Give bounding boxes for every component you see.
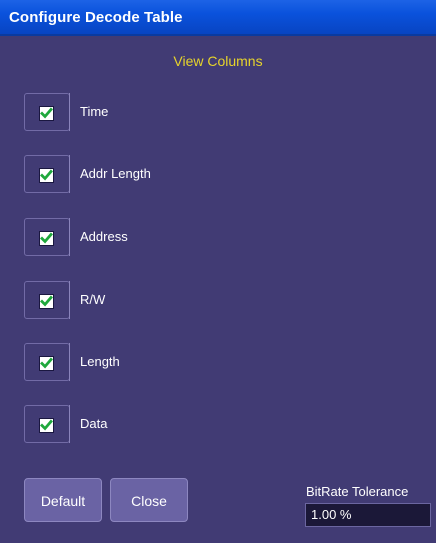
column-row-length: Length: [24, 343, 324, 383]
view-columns-heading: View Columns: [173, 53, 263, 69]
address-checkbox[interactable]: [24, 218, 70, 256]
time-label: Time: [80, 104, 109, 119]
length-label: Length: [80, 354, 120, 369]
column-row-addr-length: Addr Length: [24, 155, 324, 195]
column-row-rw: R/W: [24, 281, 324, 321]
time-checkbox[interactable]: [24, 93, 70, 131]
checkmark-icon: [39, 168, 54, 183]
default-button[interactable]: Default: [24, 478, 102, 522]
rw-checkbox[interactable]: [24, 281, 70, 319]
column-row-address: Address: [24, 218, 324, 258]
addr-length-label: Addr Length: [80, 166, 151, 181]
addr-length-checkbox[interactable]: [24, 155, 70, 193]
data-label: Data: [80, 416, 108, 431]
checkmark-icon: [39, 294, 54, 309]
checkmark-icon: [39, 231, 54, 246]
window-title: Configure Decode Table: [9, 9, 183, 26]
bitrate-tolerance-label: BitRate Tolerance: [306, 484, 409, 499]
title-bar: Configure Decode Table: [0, 0, 436, 36]
rw-label: R/W: [80, 292, 106, 307]
checkmark-icon: [39, 106, 54, 121]
data-checkbox[interactable]: [24, 405, 70, 443]
column-row-time: Time: [24, 93, 324, 133]
address-label: Address: [80, 229, 128, 244]
checkmark-icon: [39, 356, 54, 371]
length-checkbox[interactable]: [24, 343, 70, 381]
bitrate-tolerance-field[interactable]: 1.00 %: [305, 503, 431, 527]
checkmark-icon: [39, 418, 54, 433]
column-row-data: Data: [24, 405, 324, 445]
close-button[interactable]: Close: [110, 478, 188, 522]
